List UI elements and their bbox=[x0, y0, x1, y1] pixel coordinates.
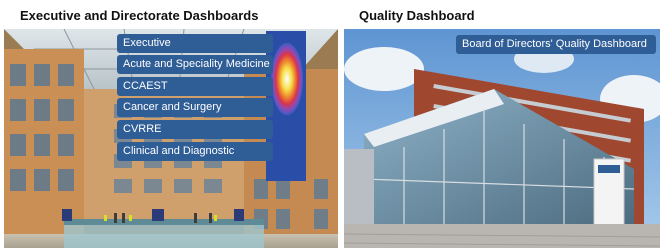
board-quality-dashboard-button[interactable]: Board of Directors' Quality Dashboard bbox=[456, 35, 656, 54]
executive-dashboards-title: Executive and Directorate Dashboards bbox=[20, 8, 259, 23]
menu-acute-speciality-medicine-button[interactable]: Acute and Speciality Medicine bbox=[117, 55, 273, 74]
menu-executive-button[interactable]: Executive bbox=[117, 34, 273, 53]
menu-cvrre-button[interactable]: CVRRE bbox=[117, 120, 273, 139]
quality-dashboard-title: Quality Dashboard bbox=[359, 8, 475, 23]
menu-clinical-diagnostic-button[interactable]: Clinical and Diagnostic bbox=[117, 142, 273, 161]
building-illustration bbox=[344, 29, 660, 248]
menu-cancer-surgery-button[interactable]: Cancer and Surgery bbox=[117, 98, 273, 117]
atrium-photo: Executive Acute and Speciality Medicine … bbox=[4, 29, 338, 248]
building-photo: Board of Directors' Quality Dashboard bbox=[344, 29, 660, 248]
menu-ccaest-button[interactable]: CCAEST bbox=[117, 77, 273, 96]
